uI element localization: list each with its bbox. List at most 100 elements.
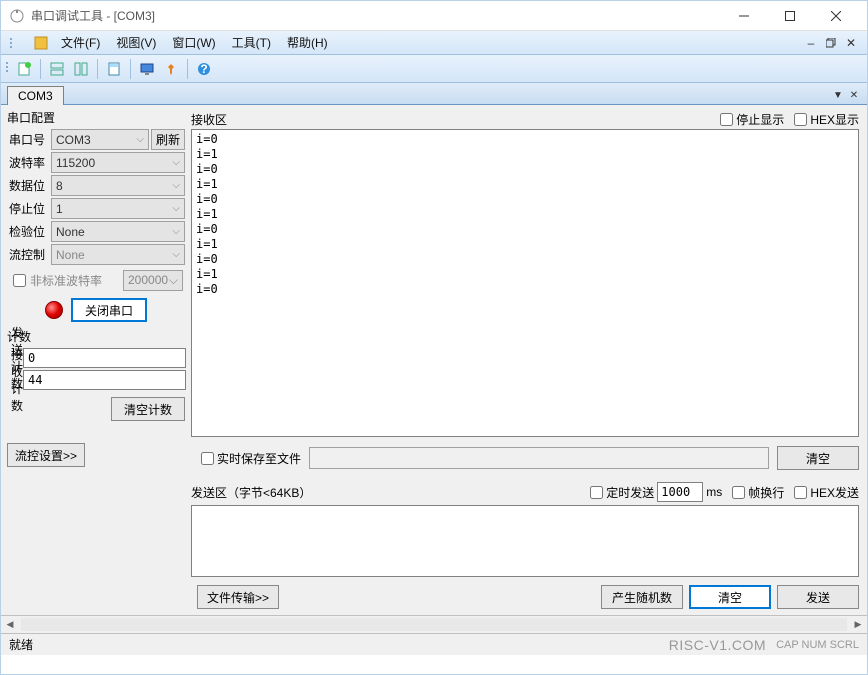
workspace: 串口配置 串口号 COM3⌵ 刷新 波特率 115200⌵ 数据位 8⌵ 停止位… <box>1 105 867 615</box>
timed-send-checkbox[interactable] <box>590 486 603 499</box>
left-panel: 串口配置 串口号 COM3⌵ 刷新 波特率 115200⌵ 数据位 8⌵ 停止位… <box>1 105 191 615</box>
menu-file[interactable]: 文件(F) <box>53 32 108 53</box>
chevron-down-icon: ⌵ <box>169 273 178 288</box>
timed-send-option[interactable]: 定时发送 <box>590 484 654 501</box>
realtime-save-option[interactable]: 实时保存至文件 <box>201 450 301 467</box>
menu-window-label: 窗口(W) <box>172 36 215 50</box>
horizontal-scrollbar[interactable]: ◀ ▶ <box>1 615 867 633</box>
port-select[interactable]: COM3⌵ <box>51 129 149 150</box>
clear-count-button[interactable]: 清空计数 <box>111 397 185 421</box>
toolbar-monitor-icon[interactable] <box>136 58 158 80</box>
nonstd-baud-checkbox[interactable] <box>13 274 26 287</box>
frame-wrap-label: 帧换行 <box>748 484 784 501</box>
recv-textarea[interactable]: i=0 i=1 i=0 i=1 i=0 i=1 i=0 i=1 i=0 i=1 … <box>191 129 859 437</box>
send-button[interactable]: 发送 <box>777 585 859 609</box>
chevron-down-icon: ⌵ <box>172 249 180 260</box>
toolbar-tile-v-icon[interactable] <box>70 58 92 80</box>
recv-count-input[interactable] <box>23 370 186 390</box>
mdi-restore[interactable] <box>823 36 839 50</box>
menu-file-label: 文件(F) <box>61 36 100 50</box>
port-value: COM3 <box>56 133 91 147</box>
baud-select[interactable]: 115200 ⌵ <box>51 152 185 173</box>
port-status-led <box>45 301 63 319</box>
frame-wrap-checkbox[interactable] <box>732 486 745 499</box>
close-button[interactable] <box>813 1 859 31</box>
data-bits-select[interactable]: 8⌵ <box>51 175 185 196</box>
toolbar-grip-icon <box>5 59 11 78</box>
nonstd-baud-label: 非标准波特率 <box>30 272 102 289</box>
chevron-down-icon: ⌵ <box>172 226 180 237</box>
statusbar: 就绪 RISC-V1.COM CAP NUM SCRL <box>1 633 867 655</box>
save-path-input[interactable] <box>309 447 769 469</box>
scroll-track[interactable] <box>21 618 847 631</box>
tabbar: COM3 ▼ ✕ <box>1 83 867 105</box>
tab-close-icon[interactable]: ✕ <box>847 88 861 102</box>
tab-com3[interactable]: COM3 <box>7 86 64 105</box>
clear-recv-button[interactable]: 清空 <box>777 446 859 470</box>
stop-bits-select[interactable]: 1⌵ <box>51 198 185 219</box>
chevron-down-icon: ⌵ <box>172 180 180 191</box>
mdi-controls: ‒ ✕ <box>803 36 863 50</box>
baud-value: 115200 <box>56 156 95 170</box>
send-header: 发送区（字节<64KB） 定时发送 ms 帧换行 HEX发送 <box>191 481 859 503</box>
flow-settings-button[interactable]: 流控设置>> <box>7 443 85 467</box>
realtime-save-checkbox[interactable] <box>201 452 214 465</box>
chevron-down-icon: ⌵ <box>172 157 180 168</box>
refresh-button[interactable]: 刷新 <box>151 129 185 150</box>
clear-send-button[interactable]: 清空 <box>689 585 771 609</box>
send-title: 发送区（字节<64KB） <box>191 484 311 501</box>
toolbar-tile-h-icon[interactable] <box>46 58 68 80</box>
flow-value: None <box>56 248 85 262</box>
toolbar-new-icon[interactable] <box>13 58 35 80</box>
menu-view[interactable]: 视图(V) <box>108 32 164 53</box>
app-icon <box>9 8 25 24</box>
hex-send-checkbox[interactable] <box>794 486 807 499</box>
svg-text:?: ? <box>200 62 207 76</box>
menu-tools[interactable]: 工具(T) <box>224 32 279 53</box>
menu-help[interactable]: 帮助(H) <box>279 32 336 53</box>
realtime-save-label: 实时保存至文件 <box>217 450 301 467</box>
serial-config-title: 串口配置 <box>7 109 185 126</box>
toolbar-calc-icon[interactable] <box>103 58 125 80</box>
toolbar-help-icon[interactable]: ? <box>193 58 215 80</box>
send-buttons: 文件传输>> 产生随机数 清空 发送 <box>191 583 859 611</box>
data-bits-value: 8 <box>56 179 63 193</box>
close-port-button[interactable]: 关闭串口 <box>71 298 147 322</box>
menu-window[interactable]: 窗口(W) <box>164 32 223 53</box>
send-textarea[interactable] <box>191 505 859 577</box>
tab-label: COM3 <box>18 89 53 103</box>
file-transfer-button[interactable]: 文件传输>> <box>197 585 279 609</box>
scroll-right-icon[interactable]: ▶ <box>849 616 867 633</box>
data-bits-label: 数据位 <box>7 177 51 194</box>
tab-dropdown-icon[interactable]: ▼ <box>831 88 845 102</box>
hex-send-label: HEX发送 <box>810 484 859 501</box>
mdi-close[interactable]: ✕ <box>843 36 859 50</box>
hex-send-option[interactable]: HEX发送 <box>794 484 859 501</box>
right-panel: 接收区 停止显示 HEX显示 i=0 i=1 i=0 i=1 i=0 i=1 i… <box>191 105 867 615</box>
serial-config-table: 串口号 COM3⌵ 刷新 波特率 115200⌵ 数据位 8⌵ 停止位 1⌵ 检… <box>7 128 185 292</box>
maximize-button[interactable] <box>767 1 813 31</box>
stop-display-label: 停止显示 <box>736 111 784 128</box>
minimize-button[interactable] <box>721 1 767 31</box>
toolbar-pin-icon[interactable] <box>160 58 182 80</box>
flow-select[interactable]: None ⌵ <box>51 244 185 265</box>
mdi-minimize[interactable]: ‒ <box>803 36 819 50</box>
hex-display-option[interactable]: HEX显示 <box>794 111 859 128</box>
parity-select[interactable]: None⌵ <box>51 221 185 242</box>
stop-display-option[interactable]: 停止显示 <box>720 111 784 128</box>
frame-wrap-option[interactable]: 帧换行 <box>732 484 784 501</box>
timed-send-label: 定时发送 <box>606 484 654 501</box>
hex-display-checkbox[interactable] <box>794 113 807 126</box>
chevron-down-icon: ⌵ <box>172 203 180 214</box>
send-count-input[interactable] <box>23 348 186 368</box>
menubar: 文件(F) 视图(V) 窗口(W) 工具(T) 帮助(H) ‒ ✕ <box>1 31 867 55</box>
scroll-left-icon[interactable]: ◀ <box>1 616 19 633</box>
recv-count-label: 接收计数 <box>7 346 23 414</box>
gen-random-button[interactable]: 产生随机数 <box>601 585 683 609</box>
stop-display-checkbox[interactable] <box>720 113 733 126</box>
port-label: 串口号 <box>7 131 51 148</box>
nonstd-baud-select[interactable]: 200000⌵ <box>123 270 183 291</box>
interval-input[interactable] <box>657 482 703 502</box>
menu-tools-label: 工具(T) <box>232 36 271 50</box>
app-menu-icon[interactable] <box>33 35 49 51</box>
